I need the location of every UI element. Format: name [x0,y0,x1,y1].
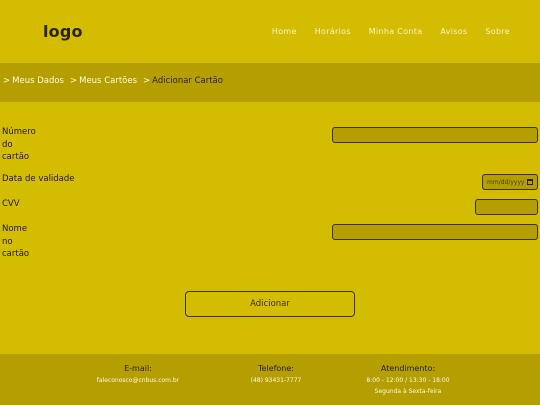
calendar-icon[interactable] [527,179,533,185]
nav-avisos[interactable]: Avisos [440,27,467,36]
breadcrumb-separator: > [69,76,78,86]
footer-phone: Telefone: (48) 93431-7777 [236,364,316,386]
site-header: logo Home Horários Minha Conta Avisos So… [0,0,540,63]
footer-hours-line: Segunda à Sexta-feira [374,388,442,395]
site-footer: E-mail: faleconosco@cnbus.com.br Telefon… [0,354,540,405]
footer-email-title: E-mail: [124,364,152,373]
main-nav: Home Horários Minha Conta Avisos Sobre [254,27,510,36]
nav-sobre[interactable]: Sobre [485,27,510,36]
card-name-label: Nome no cartão [2,223,29,261]
footer-hours-line: 8:00 - 12:00 / 13:30 - 18:00 [366,377,450,384]
card-number-input[interactable] [332,127,538,143]
nav-minha-conta[interactable]: Minha Conta [369,27,423,36]
footer-email-value[interactable]: faleconosco@cnbus.com.br [88,375,188,386]
nav-horarios[interactable]: Horários [315,27,351,36]
footer-hours: Atendimento: 8:00 - 12:00 / 13:30 - 18:0… [358,364,458,397]
label-line: Nome [2,224,28,234]
breadcrumb-item-adicionar-cartao: > Adicionar Cartão [143,76,223,86]
label-line: cartão [2,249,30,260]
add-card-button[interactable]: Adicionar [185,291,355,317]
breadcrumb-label: Meus Dados [12,76,64,86]
breadcrumb-label: Meus Cartões [79,76,138,86]
site-logo[interactable]: logo [43,22,83,41]
label-line: Número [2,127,36,137]
cvv-input[interactable] [475,199,538,215]
breadcrumb-separator: > [143,76,151,86]
label-line: cartão [2,152,30,163]
footer-phone-title: Telefone: [258,364,294,373]
breadcrumb-label: Adicionar Cartão [152,76,223,86]
footer-phone-value: (48) 93431-7777 [250,377,302,384]
card-name-input[interactable] [332,224,538,240]
date-placeholder: mm/dd/yyyy [487,178,525,186]
breadcrumb-item-meus-dados[interactable]: > Meus Dados [3,76,64,86]
validity-date-input[interactable]: mm/dd/yyyy [482,174,538,190]
nav-home[interactable]: Home [272,27,297,36]
breadcrumb-bar: > Meus Dados > Meus Cartões > Adicionar Car… [0,63,540,102]
footer-hours-title: Atendimento: [380,364,436,373]
card-number-label: Número do cartão [2,126,36,164]
label-line: do [2,139,13,150]
cvv-label: CVV [2,199,20,209]
breadcrumb: > Meus Dados > Meus Cartões > Adicionar Car… [3,76,229,86]
breadcrumb-separator: > [3,76,11,86]
breadcrumb-item-meus-cartoes[interactable]: > Meus Cartões [70,76,137,86]
footer-email: E-mail: faleconosco@cnbus.com.br [88,364,188,386]
validity-label: Data de validade [2,174,75,184]
label-line: no [2,236,13,247]
